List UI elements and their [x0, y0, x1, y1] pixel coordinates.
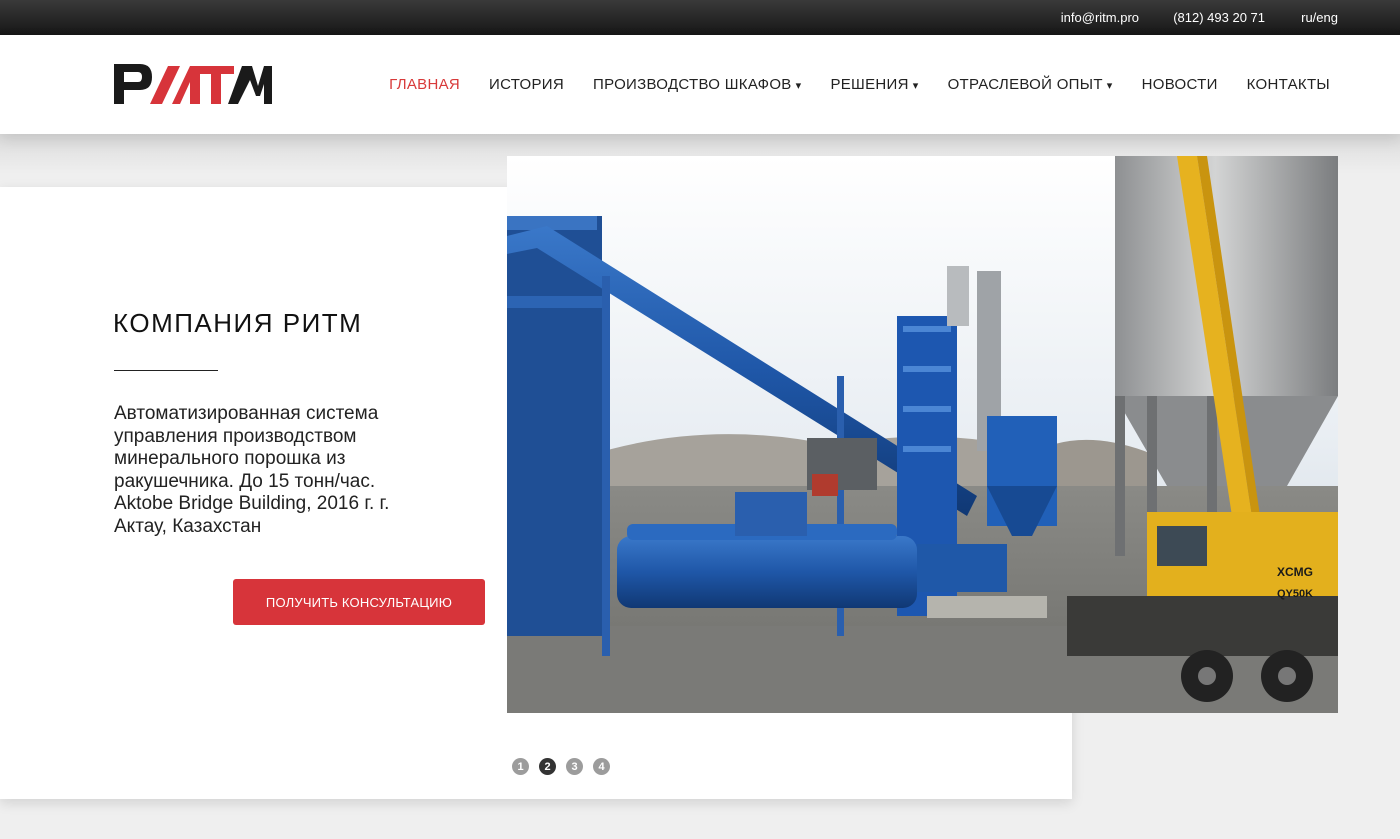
- slide-photo: XCMG QY50K: [507, 156, 1338, 713]
- slide-dot-2[interactable]: 2: [539, 758, 556, 775]
- crane-model-text: QY50K: [1277, 588, 1313, 600]
- slide-dot-1[interactable]: 1: [512, 758, 529, 775]
- email-link[interactable]: info@ritm.pro: [1061, 10, 1139, 25]
- chevron-down-icon: ▾: [1106, 80, 1113, 92]
- header: ГЛАВНАЯ ИСТОРИЯ ПРОИЗВОДСТВО ШКАФОВ ▾ РЕШ…: [0, 35, 1400, 134]
- slider-pager: 1 2 3 4: [512, 758, 610, 775]
- nav-item-solutions[interactable]: РЕШЕНИЯ ▾: [830, 76, 918, 93]
- nav-item-contacts[interactable]: КОНТАКТЫ: [1247, 76, 1330, 93]
- nav-item-cabinet-production[interactable]: ПРОИЗВОДСТВО ШКАФОВ ▾: [593, 76, 801, 93]
- nav-item-home[interactable]: ГЛАВНАЯ: [389, 76, 460, 93]
- nav-item-news[interactable]: НОВОСТИ: [1142, 76, 1218, 93]
- main-nav: ГЛАВНАЯ ИСТОРИЯ ПРОИЗВОДСТВО ШКАФОВ ▾ РЕШ…: [389, 76, 1330, 93]
- top-bar: info@ritm.pro (812) 493 20 71 ru/eng: [0, 0, 1400, 35]
- get-consultation-button[interactable]: ПОЛУЧИТЬ КОНСУЛЬТАЦИЮ: [233, 579, 485, 625]
- crane-brand-text: XCMG: [1277, 565, 1313, 579]
- chevron-down-icon: ▾: [795, 80, 802, 92]
- phone-link[interactable]: (812) 493 20 71: [1173, 10, 1265, 25]
- chevron-down-icon: ▾: [912, 80, 919, 92]
- slide-dot-3[interactable]: 3: [566, 758, 583, 775]
- slide-description: Автоматизированная система управления пр…: [114, 403, 390, 537]
- nav-item-industry-experience[interactable]: ОТРАСЛЕВОЙ ОПЫТ ▾: [948, 76, 1113, 93]
- slide-title: КОМПАНИЯ РИТМ: [113, 308, 363, 338]
- language-switch[interactable]: ru/eng: [1301, 10, 1338, 25]
- title-divider: [114, 370, 218, 371]
- slide-dot-4[interactable]: 4: [593, 758, 610, 775]
- ritm-logo[interactable]: [110, 60, 273, 106]
- nav-item-history[interactable]: ИСТОРИЯ: [489, 76, 564, 93]
